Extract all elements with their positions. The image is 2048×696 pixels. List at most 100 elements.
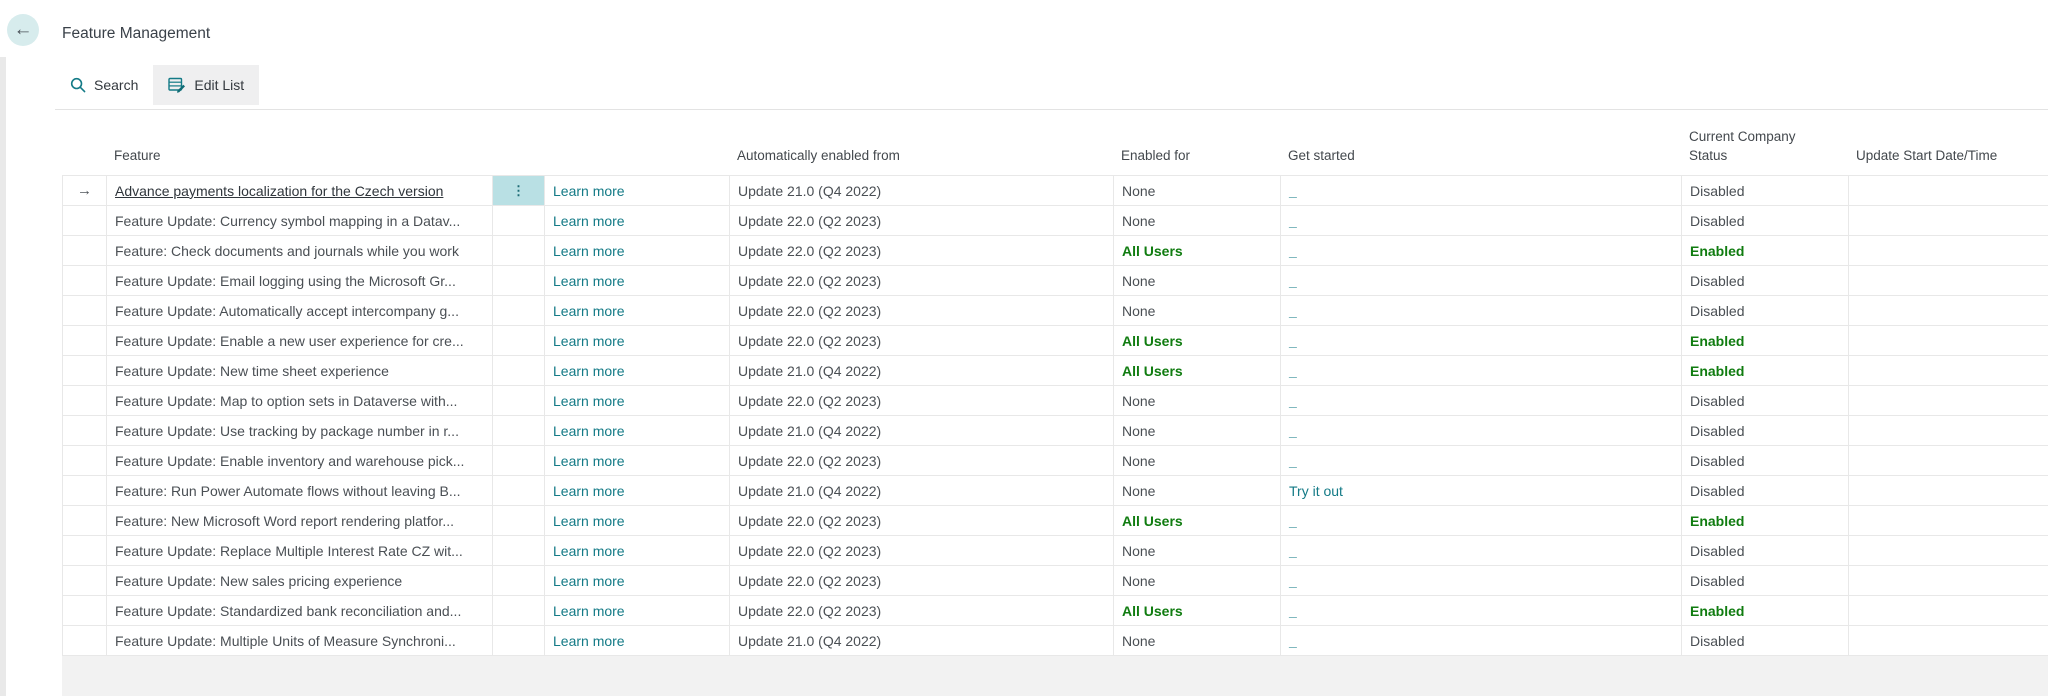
row-selector-cell[interactable]: → (63, 236, 107, 265)
learn-more-link[interactable]: Learn more (553, 513, 625, 529)
row-options-cell[interactable]: ⋮ (493, 236, 545, 265)
get-started-link[interactable]: _ (1289, 423, 1297, 439)
row-selector-cell[interactable]: → (63, 386, 107, 415)
row-options-cell[interactable]: ⋮ (493, 296, 545, 325)
enabled-for-cell[interactable]: All Users (1114, 596, 1281, 625)
learn-more-link[interactable]: Learn more (553, 573, 625, 589)
learn-more-link[interactable]: Learn more (553, 303, 625, 319)
feature-cell[interactable]: Feature Update: Currency symbol mapping … (107, 206, 493, 235)
enabled-for-cell[interactable]: All Users (1114, 326, 1281, 355)
enabled-for-cell[interactable]: All Users (1114, 356, 1281, 385)
row-selector-cell[interactable]: → (63, 626, 107, 655)
row-options-cell[interactable]: ⋮ (493, 506, 545, 535)
get-started-link[interactable]: _ (1289, 363, 1297, 379)
get-started-link[interactable]: _ (1289, 213, 1297, 229)
enabled-for-cell[interactable]: None (1114, 446, 1281, 475)
enabled-for-cell[interactable]: None (1114, 206, 1281, 235)
get-started-link[interactable]: _ (1289, 183, 1297, 199)
enabled-for-cell[interactable]: None (1114, 296, 1281, 325)
enabled-for-cell[interactable]: None (1114, 266, 1281, 295)
learn-more-link[interactable]: Learn more (553, 483, 625, 499)
feature-cell[interactable]: Feature Update: Automatically accept int… (107, 296, 493, 325)
row-options-cell[interactable]: ⋮ (493, 356, 545, 385)
enabled-for-cell[interactable]: All Users (1114, 236, 1281, 265)
enabled-for-cell[interactable]: None (1114, 626, 1281, 655)
row-options-cell[interactable]: ⋮ (493, 266, 545, 295)
get-started-link[interactable]: Try it out (1289, 483, 1343, 499)
feature-cell[interactable]: Feature Update: Enable inventory and war… (107, 446, 493, 475)
enabled-for-cell[interactable]: None (1114, 176, 1281, 205)
learn-more-link[interactable]: Learn more (553, 213, 625, 229)
row-options-cell[interactable]: ⋮ (493, 446, 545, 475)
learn-more-link[interactable]: Learn more (553, 453, 625, 469)
row-options-cell[interactable]: ⋮ (493, 566, 545, 595)
enabled-for-cell[interactable]: None (1114, 386, 1281, 415)
learn-more-link[interactable]: Learn more (553, 183, 625, 199)
feature-cell[interactable]: Feature: New Microsoft Word report rende… (107, 506, 493, 535)
learn-more-link[interactable]: Learn more (553, 393, 625, 409)
feature-cell[interactable]: Feature Update: New time sheet experienc… (107, 356, 493, 385)
learn-more-link[interactable]: Learn more (553, 273, 625, 289)
learn-more-link[interactable]: Learn more (553, 603, 625, 619)
row-selector-cell[interactable]: → (63, 326, 107, 355)
get-started-link[interactable]: _ (1289, 393, 1297, 409)
enabled-for-cell[interactable]: None (1114, 566, 1281, 595)
feature-cell[interactable]: Feature: Check documents and journals wh… (107, 236, 493, 265)
column-header-automatically-enabled-from[interactable]: Automatically enabled from (729, 110, 1113, 175)
get-started-link[interactable]: _ (1289, 303, 1297, 319)
row-selector-cell[interactable]: → (63, 206, 107, 235)
back-button[interactable]: ← (7, 14, 39, 46)
row-selector-cell[interactable]: → (63, 536, 107, 565)
row-options-cell[interactable]: ⋮ (493, 326, 545, 355)
enabled-for-cell[interactable]: None (1114, 476, 1281, 505)
column-header-feature[interactable]: Feature (106, 110, 492, 175)
column-header-update-start-date-time[interactable]: Update Start Date/Time (1848, 110, 2048, 175)
row-options-cell[interactable]: ⋮ (493, 386, 545, 415)
row-selector-cell[interactable]: → (63, 356, 107, 385)
row-selector-cell[interactable]: → (63, 296, 107, 325)
row-options-cell[interactable]: ⋮ (493, 596, 545, 625)
get-started-link[interactable]: _ (1289, 603, 1297, 619)
learn-more-link[interactable]: Learn more (553, 363, 625, 379)
column-header-enabled-for[interactable]: Enabled for (1113, 110, 1280, 175)
learn-more-link[interactable]: Learn more (553, 423, 625, 439)
row-options-cell[interactable]: ⋮ (493, 626, 545, 655)
learn-more-link[interactable]: Learn more (553, 543, 625, 559)
get-started-link[interactable]: _ (1289, 333, 1297, 349)
row-selector-cell[interactable]: → (63, 416, 107, 445)
row-selector-cell[interactable]: → (63, 476, 107, 505)
get-started-link[interactable]: _ (1289, 573, 1297, 589)
feature-cell[interactable]: Feature Update: Map to option sets in Da… (107, 386, 493, 415)
feature-cell[interactable]: Feature: Run Power Automate flows withou… (107, 476, 493, 505)
get-started-link[interactable]: _ (1289, 243, 1297, 259)
learn-more-link[interactable]: Learn more (553, 633, 625, 649)
row-selector-cell[interactable]: → (63, 506, 107, 535)
feature-cell[interactable]: Feature Update: New sales pricing experi… (107, 566, 493, 595)
edit-list-button[interactable]: Edit List (153, 65, 260, 105)
enabled-for-cell[interactable]: None (1114, 416, 1281, 445)
get-started-link[interactable]: _ (1289, 543, 1297, 559)
row-selector-cell[interactable]: → (63, 596, 107, 625)
feature-cell[interactable]: Feature Update: Replace Multiple Interes… (107, 536, 493, 565)
row-selector-cell[interactable]: → (63, 266, 107, 295)
row-options-cell[interactable]: ⋮ (493, 536, 545, 565)
feature-cell[interactable]: Feature Update: Use tracking by package … (107, 416, 493, 445)
feature-cell[interactable]: Advance payments localization for the Cz… (107, 176, 493, 205)
search-button[interactable]: Search (55, 65, 153, 105)
get-started-link[interactable]: _ (1289, 513, 1297, 529)
get-started-link[interactable]: _ (1289, 633, 1297, 649)
row-options-cell[interactable]: ⋮ (493, 416, 545, 445)
row-selector-cell[interactable]: → (63, 446, 107, 475)
learn-more-link[interactable]: Learn more (553, 333, 625, 349)
learn-more-link[interactable]: Learn more (553, 243, 625, 259)
get-started-link[interactable]: _ (1289, 273, 1297, 289)
column-header-get-started[interactable]: Get started (1280, 110, 1681, 175)
enabled-for-cell[interactable]: None (1114, 536, 1281, 565)
row-options-cell[interactable]: ⋮ (493, 206, 545, 235)
get-started-link[interactable]: _ (1289, 453, 1297, 469)
feature-cell[interactable]: Feature Update: Standardized bank reconc… (107, 596, 493, 625)
row-options-cell[interactable]: ⋮ (493, 476, 545, 505)
feature-cell[interactable]: Feature Update: Enable a new user experi… (107, 326, 493, 355)
feature-cell[interactable]: Feature Update: Email logging using the … (107, 266, 493, 295)
column-header-current-company-status[interactable]: Current Company Status (1681, 110, 1848, 175)
